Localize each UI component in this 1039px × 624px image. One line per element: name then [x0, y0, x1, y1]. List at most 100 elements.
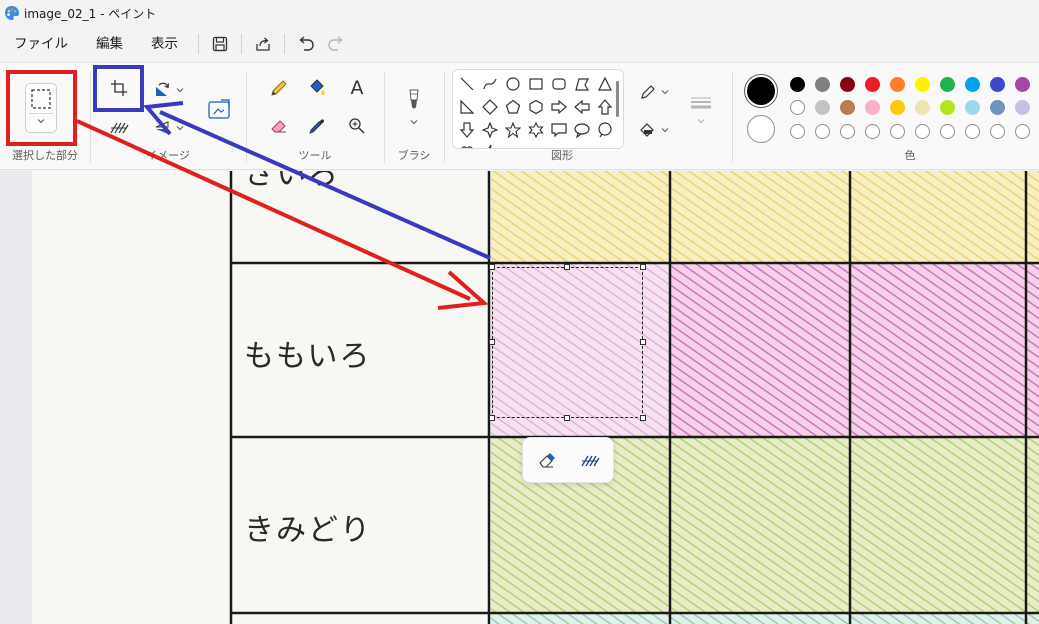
menu-divider [198, 34, 199, 54]
shapes-scrollbar[interactable] [616, 81, 619, 117]
palette-color-swatch[interactable] [815, 77, 830, 92]
chevron-down-icon [661, 90, 668, 95]
palette-color-swatch[interactable] [965, 77, 980, 92]
curve-shape-icon[interactable] [480, 74, 500, 94]
resize-button[interactable] [204, 95, 234, 125]
palette-color-swatch[interactable] [915, 100, 930, 115]
palette-color-swatch[interactable] [965, 100, 980, 115]
erase-selection-button[interactable] [532, 446, 562, 476]
up-arrow-shape-icon[interactable] [595, 97, 615, 117]
rounded-rectangle-shape-icon[interactable] [549, 74, 569, 94]
share-icon [256, 37, 270, 51]
rect-callout-shape-icon[interactable] [549, 120, 569, 140]
triangle-shape-icon[interactable] [595, 74, 615, 94]
menu-view[interactable]: 表示 [137, 29, 192, 59]
menu-edit[interactable]: 編集 [82, 29, 137, 59]
brush-button[interactable] [399, 83, 429, 131]
palette-color-swatch[interactable] [865, 100, 880, 115]
palette-color-swatch[interactable] [940, 100, 955, 115]
share-button[interactable] [248, 29, 278, 59]
left-arrow-shape-icon[interactable] [572, 97, 592, 117]
four-point-star-shape-icon[interactable] [480, 120, 500, 140]
custom-color-slot[interactable] [965, 124, 980, 139]
chevron-down-icon [661, 128, 668, 133]
selection-handle[interactable] [640, 264, 646, 270]
selection-handle[interactable] [640, 415, 646, 421]
tools-group: A ツール [246, 63, 384, 169]
colors-group-label: 色 [904, 149, 916, 162]
right-arrow-shape-icon[interactable] [549, 97, 569, 117]
shapes-gallery [452, 69, 624, 149]
palette-color-swatch[interactable] [915, 77, 930, 92]
palette-color-swatch[interactable] [890, 77, 905, 92]
secondary-color-swatch[interactable] [747, 115, 775, 143]
line-shape-icon[interactable] [457, 74, 477, 94]
selection-handle[interactable] [489, 339, 495, 345]
selection-handle[interactable] [640, 339, 646, 345]
palette-color-swatch[interactable] [1015, 100, 1030, 115]
custom-color-slot[interactable] [915, 124, 930, 139]
shape-outline-button[interactable] [636, 77, 672, 107]
eraser-icon [271, 120, 286, 133]
palette-color-swatch[interactable] [815, 100, 830, 115]
remove-background-button[interactable] [104, 113, 134, 143]
group-divider [444, 71, 445, 163]
down-arrow-shape-icon[interactable] [457, 120, 477, 140]
cloud-callout-shape-icon[interactable] [595, 120, 615, 140]
palette-color-swatch[interactable] [790, 77, 805, 92]
hexagon-shape-icon[interactable] [526, 97, 546, 117]
custom-color-slot[interactable] [940, 124, 955, 139]
custom-color-slot[interactable] [990, 124, 1005, 139]
custom-color-slot[interactable] [815, 124, 830, 139]
polygon-shape-icon[interactable] [572, 74, 592, 94]
diamond-shape-icon[interactable] [480, 97, 500, 117]
palette-color-swatch[interactable] [840, 77, 855, 92]
redo-button[interactable] [321, 29, 351, 59]
brush-icon [409, 89, 419, 109]
selection-handle[interactable] [564, 264, 570, 270]
selection-handle[interactable] [489, 264, 495, 270]
five-point-star-shape-icon[interactable] [503, 120, 523, 140]
right-triangle-shape-icon[interactable] [457, 97, 477, 117]
fill-button[interactable] [302, 73, 332, 103]
remove-background-icon [581, 455, 600, 467]
rotate-button[interactable] [148, 75, 190, 105]
custom-color-slot[interactable] [1015, 124, 1030, 139]
palette-color-swatch[interactable] [890, 100, 905, 115]
selection-rectangle[interactable] [492, 267, 643, 418]
save-button[interactable] [205, 29, 235, 59]
oval-shape-icon[interactable] [503, 74, 523, 94]
oval-callout-shape-icon[interactable] [572, 120, 592, 140]
palette-color-swatch[interactable] [865, 77, 880, 92]
palette-color-swatch[interactable] [990, 100, 1005, 115]
custom-color-slot[interactable] [865, 124, 880, 139]
eraser-button[interactable] [264, 111, 294, 141]
text-button[interactable]: A [342, 73, 372, 103]
palette-color-swatch[interactable] [1015, 77, 1030, 92]
pentagon-shape-icon[interactable] [503, 97, 523, 117]
custom-color-slot[interactable] [840, 124, 855, 139]
primary-color-swatch[interactable] [745, 75, 777, 107]
palette-color-swatch[interactable] [790, 100, 805, 115]
size-button[interactable] [686, 89, 716, 131]
palette-color-swatch[interactable] [940, 77, 955, 92]
custom-color-slot[interactable] [890, 124, 905, 139]
menu-file[interactable]: ファイル [0, 29, 82, 59]
undo-button[interactable] [291, 29, 321, 59]
palette-color-swatch[interactable] [840, 100, 855, 115]
custom-color-slot[interactable] [790, 124, 805, 139]
resize-icon [208, 99, 230, 119]
selection-handle[interactable] [564, 415, 570, 421]
selection-handle[interactable] [489, 415, 495, 421]
rectangle-shape-icon[interactable] [526, 74, 546, 94]
flip-button[interactable] [148, 113, 190, 143]
shape-fill-button[interactable] [636, 115, 672, 145]
six-point-star-shape-icon[interactable] [526, 120, 546, 140]
canvas-area[interactable]: さいろ ももいろ きみどり [0, 171, 1039, 624]
palette-color-swatch[interactable] [990, 77, 1005, 92]
pencil-button[interactable] [264, 73, 294, 103]
shapes-group-label: 図形 [551, 149, 573, 162]
magnifier-button[interactable] [342, 111, 372, 141]
remove-background-selection-button[interactable] [575, 446, 605, 476]
color-picker-button[interactable] [302, 111, 332, 141]
